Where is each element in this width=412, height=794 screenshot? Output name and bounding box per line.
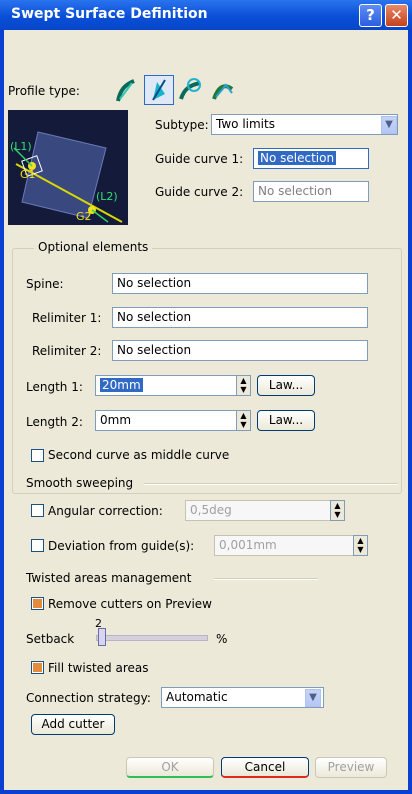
connection-strategy-select[interactable]: Automatic xyxy=(161,687,324,708)
subtype-value: Two limits xyxy=(216,117,275,131)
relimiter-2-field[interactable]: No selection xyxy=(112,340,368,361)
subtype-select[interactable]: Two limits xyxy=(211,114,398,135)
guide-curve-2-value: No selection xyxy=(258,184,333,198)
smooth-sweeping-separator xyxy=(144,483,398,485)
guide-curve-1-field[interactable]: No selection xyxy=(253,148,369,169)
spine-field[interactable]: No selection xyxy=(112,273,368,294)
angular-correction-value: 0,5deg xyxy=(190,503,232,517)
second-curve-checkbox[interactable] xyxy=(31,449,44,462)
close-icon[interactable]: ✕ xyxy=(385,4,408,27)
explicit-profile-icon[interactable] xyxy=(112,75,142,105)
l2-label: (L2) xyxy=(96,190,118,203)
connection-strategy-dropdown-icon[interactable]: ▼ xyxy=(305,689,321,707)
guide-curve-2-label: Guide curve 2: xyxy=(155,185,244,199)
ok-button[interactable]: OK xyxy=(126,757,214,778)
length-2-label: Length 2: xyxy=(26,415,83,429)
dialog-body: Profile type: (L1) G1 (L2) G2 Subtype: T… xyxy=(4,30,408,790)
angular-correction-label: Angular correction: xyxy=(48,504,163,518)
setback-unit: % xyxy=(216,632,228,646)
preview-button[interactable]: Preview xyxy=(315,757,387,778)
connection-strategy-label: Connection strategy: xyxy=(26,691,151,705)
length-2-value: 0mm xyxy=(100,413,132,427)
dialog-window: Swept Surface Definition ? ✕ Profile typ… xyxy=(0,0,412,794)
title-bar[interactable]: Swept Surface Definition ? ✕ xyxy=(0,0,412,30)
spine-value: No selection xyxy=(117,276,192,290)
preview-image: (L1) G1 (L2) G2 xyxy=(8,110,128,225)
add-cutter-button[interactable]: Add cutter xyxy=(31,714,115,735)
profile-type-label: Profile type: xyxy=(8,84,80,98)
setback-label: Setback xyxy=(26,632,75,646)
twisted-areas-title: Twisted areas management xyxy=(26,571,192,585)
length-1-spinner[interactable]: ▲ ▼ xyxy=(236,375,251,396)
length-1-field[interactable]: 20mm xyxy=(95,375,245,396)
deviation-label: Deviation from guide(s): xyxy=(48,539,195,553)
second-curve-label: Second curve as middle curve xyxy=(48,448,230,462)
relimiter-2-value: No selection xyxy=(117,343,192,357)
smooth-sweeping-title: Smooth sweeping xyxy=(26,476,134,490)
length-2-law-button[interactable]: Law... xyxy=(257,410,315,431)
relimiter-1-label: Relimiter 1: xyxy=(32,311,102,325)
relimiter-1-value: No selection xyxy=(117,310,192,324)
help-icon[interactable]: ? xyxy=(359,4,382,27)
angular-correction-checkbox[interactable] xyxy=(31,504,44,517)
guide-curve-1-label: Guide curve 1: xyxy=(155,152,244,166)
deviation-field[interactable]: 0,001mm xyxy=(214,535,364,556)
guide-curve-2-field[interactable]: No selection xyxy=(253,181,369,202)
guide-curve-1-value: No selection xyxy=(258,151,337,165)
deviation-value: 0,001mm xyxy=(219,538,277,552)
dialog-title: Swept Surface Definition xyxy=(11,6,208,22)
length-2-field[interactable]: 0mm xyxy=(95,410,245,431)
length-2-spinner[interactable]: ▲ ▼ xyxy=(236,410,251,431)
remove-cutters-checkbox[interactable] xyxy=(31,597,44,610)
relimiter-1-field[interactable]: No selection xyxy=(112,307,368,328)
fill-twisted-checkbox[interactable] xyxy=(31,661,44,674)
setback-slider-track[interactable] xyxy=(96,635,208,641)
circle-profile-icon[interactable] xyxy=(176,75,206,105)
optional-elements-title: Optional elements xyxy=(34,240,153,254)
spine-label: Spine: xyxy=(26,277,64,291)
g2-label: G2 xyxy=(76,210,92,223)
g1-label: G1 xyxy=(20,168,36,181)
setback-slider-thumb[interactable] xyxy=(98,628,107,646)
deviation-checkbox[interactable] xyxy=(31,539,44,552)
subtype-dropdown-icon[interactable]: ▼ xyxy=(381,116,397,134)
cancel-button[interactable]: Cancel xyxy=(221,757,309,778)
subtype-label: Subtype: xyxy=(155,118,209,132)
twisted-areas-separator xyxy=(214,578,318,580)
line-profile-icon[interactable] xyxy=(144,75,174,105)
angular-correction-field[interactable]: 0,5deg xyxy=(185,500,345,521)
length-1-value: 20mm xyxy=(100,378,143,392)
fill-twisted-label: Fill twisted areas xyxy=(48,661,149,675)
l1-label: (L1) xyxy=(10,140,32,153)
length-1-law-button[interactable]: Law... xyxy=(257,375,315,396)
angular-correction-spinner[interactable]: ▲ ▼ xyxy=(330,500,345,521)
remove-cutters-label: Remove cutters on Preview xyxy=(48,597,212,611)
relimiter-2-label: Relimiter 2: xyxy=(32,344,102,358)
connection-strategy-value: Automatic xyxy=(166,690,228,704)
length-1-label: Length 1: xyxy=(26,380,83,394)
deviation-spinner[interactable]: ▲ ▼ xyxy=(353,535,368,556)
conic-profile-icon[interactable] xyxy=(208,75,238,105)
